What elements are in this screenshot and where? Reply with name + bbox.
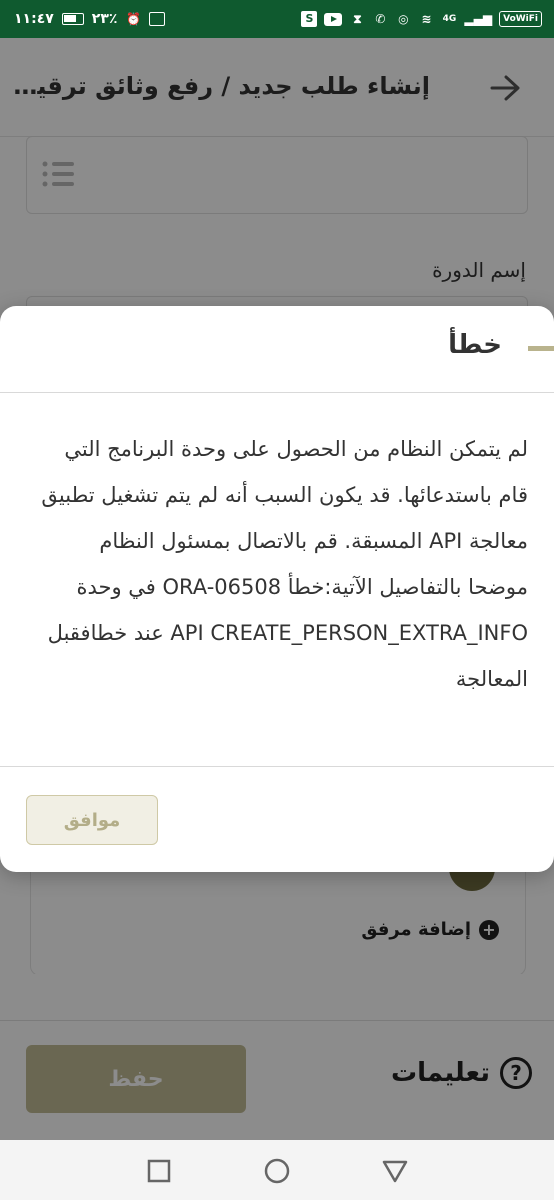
back-nav-button[interactable] bbox=[382, 1158, 408, 1184]
signal-icon: ▂▄▆ bbox=[464, 12, 493, 26]
recents-button[interactable] bbox=[146, 1158, 172, 1184]
hourglass-icon: ⧗ bbox=[353, 12, 362, 26]
battery-level: ٢٣٪ bbox=[91, 11, 118, 27]
status-bar-left: ١١:٤٧ ٢٣٪ ⏰ bbox=[14, 0, 166, 38]
wifi-icon: ≋ bbox=[421, 12, 432, 26]
youtube-icon bbox=[324, 11, 343, 27]
dialog-footer: موافق bbox=[0, 766, 554, 873]
dialog-title: خطأ bbox=[448, 330, 502, 360]
status-bar-right: S ⧗ ✆ ◎ ≋ 4G ▂▄▆ VoWiFi bbox=[301, 0, 542, 38]
triangle-icon bbox=[382, 1160, 408, 1183]
alarm-icon: ⏰ bbox=[125, 12, 141, 26]
home-button[interactable] bbox=[264, 1158, 290, 1184]
app-s-icon: S bbox=[301, 11, 318, 27]
ok-button[interactable]: موافق bbox=[26, 795, 158, 845]
circle-icon bbox=[264, 1158, 290, 1184]
status-bar: ١١:٤٧ ٢٣٪ ⏰ S ⧗ ✆ ◎ ≋ 4G ▂▄▆ VoWiFi bbox=[0, 0, 554, 38]
dialog-header: خطأ bbox=[0, 306, 554, 393]
error-dialog: خطأ لم يتمكن النظام من الحصول على وحدة ا… bbox=[0, 306, 554, 872]
network-type: 4G bbox=[442, 14, 457, 24]
battery-icon bbox=[61, 11, 84, 27]
call-icon: ✆ bbox=[375, 12, 386, 26]
title-accent-bar bbox=[528, 346, 554, 351]
hotspot-icon: ◎ bbox=[398, 12, 409, 26]
system-nav-bar bbox=[0, 1140, 554, 1200]
dialog-message: لم يتمكن النظام من الحصول على وحدة البرن… bbox=[41, 437, 528, 691]
nfc-icon bbox=[149, 11, 166, 27]
vowifi-badge: VoWiFi bbox=[499, 11, 542, 27]
clock: ١١:٤٧ bbox=[14, 11, 54, 27]
square-icon bbox=[147, 1159, 171, 1183]
